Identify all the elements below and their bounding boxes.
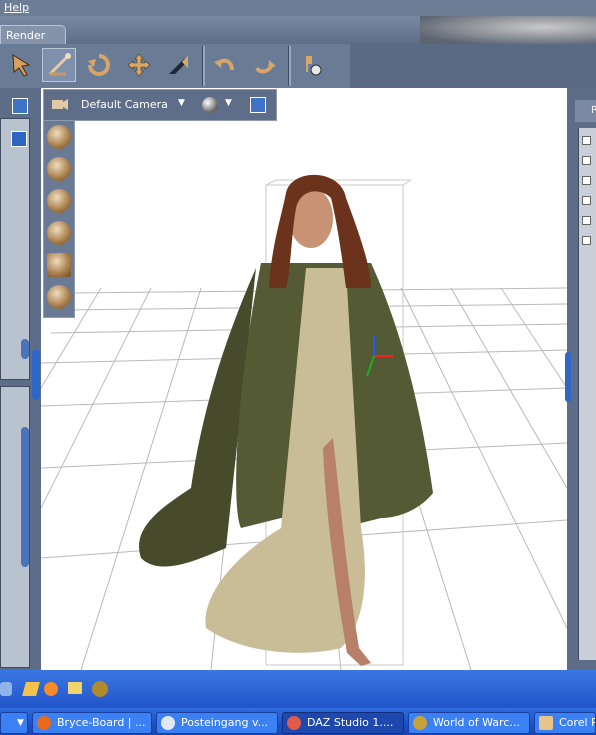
quicklaunch-app-icon[interactable]	[22, 682, 40, 696]
right-panel-tree	[578, 128, 596, 660]
camera-select-label[interactable]: Default Camera	[81, 98, 168, 111]
tab-render[interactable]: Render	[0, 25, 66, 45]
menu-bar: Help	[0, 0, 596, 16]
scale-tool-button[interactable]	[162, 48, 196, 82]
taskbar-item-label: Corel P	[559, 716, 596, 729]
quick-launch-bar	[0, 670, 596, 708]
tree-expander[interactable]	[582, 156, 591, 165]
right-panel-title: P	[575, 100, 596, 122]
taskbar-item-label: Posteingang v...	[181, 716, 269, 729]
toolbar-separator	[288, 46, 291, 86]
camera-icon	[52, 99, 68, 110]
quicklaunch-desktop-icon[interactable]	[0, 682, 12, 696]
corel-icon	[539, 716, 553, 730]
render-style-sphere-icon[interactable]	[202, 97, 218, 113]
3d-viewport[interactable]	[41, 88, 567, 670]
firefox-icon	[37, 716, 51, 730]
viewport-header: Default Camera ▼ ▼	[43, 89, 277, 121]
rotate-icon	[88, 54, 110, 76]
pose-tool-button[interactable]	[294, 48, 328, 82]
toolbar-separator	[202, 46, 205, 86]
viewport-scene	[41, 174, 567, 670]
cloak-left	[139, 268, 256, 567]
camera-pan-icon[interactable]	[47, 157, 71, 181]
taskbar-item-label: World of Warc...	[433, 716, 520, 729]
tab-render-label: Render	[6, 29, 46, 42]
daz-studio-icon	[287, 716, 301, 730]
header-banner-image	[420, 16, 596, 44]
left-scrollbar-lower[interactable]	[21, 427, 29, 567]
taskbar-item-label: DAZ Studio 1....	[307, 716, 394, 729]
viewport-options-icon[interactable]	[250, 97, 266, 113]
right-panel-title-text: P	[591, 105, 596, 116]
camera-dolly-icon[interactable]	[47, 189, 71, 213]
frame-selection-icon[interactable]	[47, 253, 71, 277]
menu-help[interactable]: Help	[4, 1, 29, 14]
tree-expander[interactable]	[582, 216, 591, 225]
render-style-chevron-down-icon[interactable]: ▼	[225, 98, 232, 108]
taskbar-overflow-arrow-icon: ▼	[17, 718, 24, 728]
wow-icon	[413, 716, 427, 730]
universal-tool-button[interactable]	[42, 48, 76, 82]
quicklaunch-wow-icon[interactable]	[92, 681, 108, 697]
redo-button[interactable]	[248, 48, 282, 82]
undo-button[interactable]	[208, 48, 242, 82]
taskbar-overflow-button[interactable]: ▼	[0, 712, 28, 734]
quicklaunch-folder-icon[interactable]	[68, 682, 82, 694]
camera-chevron-down-icon[interactable]: ▼	[178, 98, 185, 108]
left-panel-lower-list	[0, 386, 30, 668]
taskbar-item-posteingang[interactable]: Posteingang v...	[156, 712, 278, 734]
tree-expander[interactable]	[582, 176, 591, 185]
translate-icon	[127, 53, 151, 77]
rotate-tool-button[interactable]	[82, 48, 116, 82]
taskbar-item-world-of-warcraft[interactable]: World of Warc...	[408, 712, 530, 734]
left-scrollbar-upper[interactable]	[21, 339, 29, 359]
mail-icon	[161, 716, 175, 730]
select-tool-button[interactable]	[4, 48, 38, 82]
camera-rotate-icon[interactable]	[47, 221, 71, 245]
taskbar-item-daz-studio[interactable]: DAZ Studio 1....	[282, 712, 404, 734]
translate-tool-button[interactable]	[122, 48, 156, 82]
transform-universal-icon	[48, 53, 71, 76]
camera-up-icon[interactable]	[47, 285, 71, 309]
taskbar-item-label: Bryce-Board | ...	[57, 716, 146, 729]
redo-icon	[255, 60, 276, 74]
scroll-up-icon[interactable]	[11, 131, 27, 147]
select-arrow-icon	[12, 54, 31, 77]
taskbar-item-corel[interactable]: Corel P	[534, 712, 596, 734]
tree-expander[interactable]	[582, 236, 591, 245]
left-panel-upper-list	[0, 118, 30, 380]
taskbar-item-bryce-board[interactable]: Bryce-Board | ...	[32, 712, 152, 734]
right-splitter-handle[interactable]	[565, 352, 571, 402]
undo-icon	[214, 58, 234, 71]
camera-orbit-icon[interactable]	[47, 125, 71, 149]
tree-expander[interactable]	[582, 136, 591, 145]
toolbar-empty-area	[350, 44, 596, 88]
left-splitter-handle[interactable]	[32, 350, 40, 400]
camera-tools	[43, 120, 75, 318]
quicklaunch-media-icon[interactable]	[44, 682, 58, 696]
tree-expander[interactable]	[582, 196, 591, 205]
left-panel-collapse-icon[interactable]	[12, 98, 28, 114]
pose-tool-icon	[306, 56, 322, 76]
scale-icon	[169, 55, 188, 74]
left-panel	[0, 88, 40, 670]
